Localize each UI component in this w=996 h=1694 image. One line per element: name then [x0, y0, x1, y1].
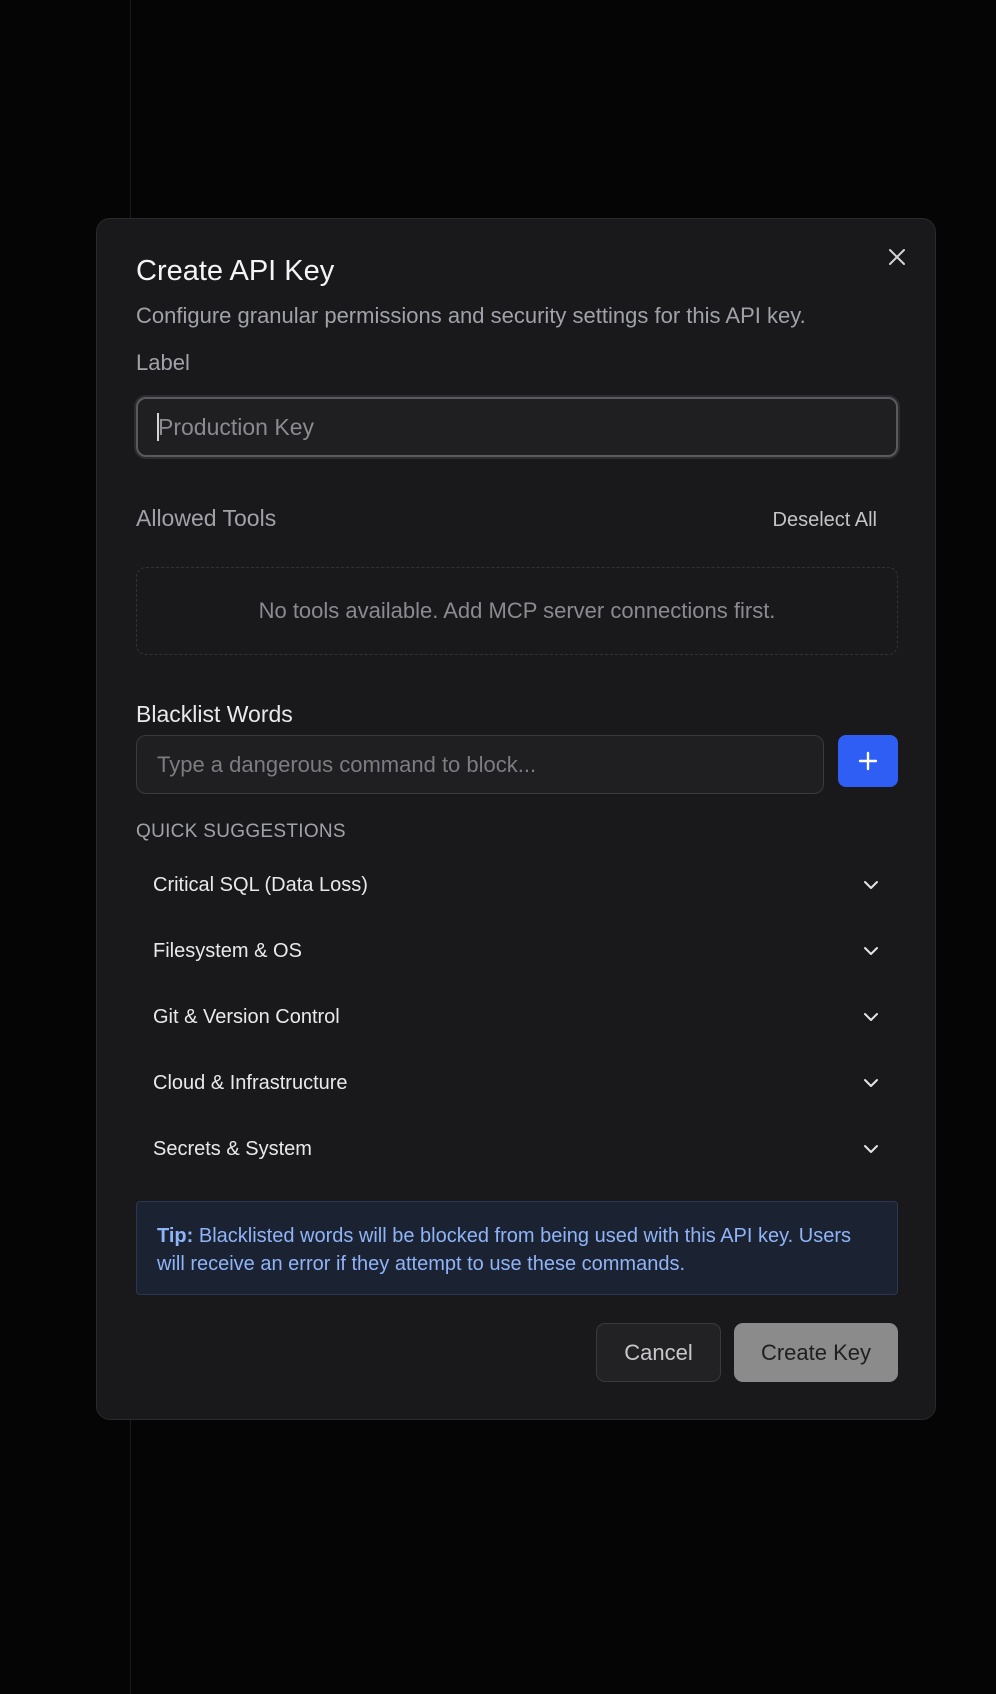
plus-icon [858, 751, 878, 771]
blacklist-input[interactable] [136, 735, 824, 794]
cancel-button-label: Cancel [624, 1339, 693, 1365]
suggestion-category-git[interactable]: Git & Version Control [136, 987, 898, 1047]
dialog-title: Create API Key [136, 255, 335, 287]
suggestion-category-critical-sql[interactable]: Critical SQL (Data Loss) [136, 855, 898, 915]
chevron-down-icon [864, 1145, 878, 1153]
tip-box: Tip: Blacklisted words will be blocked f… [136, 1201, 898, 1295]
deselect-all-button[interactable]: Deselect All [773, 509, 878, 532]
chevron-down-icon [864, 1013, 878, 1021]
suggestion-category-label: Critical SQL (Data Loss) [153, 873, 368, 896]
suggestion-category-label: Secrets & System [153, 1137, 312, 1160]
chevron-down-icon [864, 1079, 878, 1087]
suggestion-category-label: Git & Version Control [153, 1005, 340, 1028]
close-icon [889, 249, 905, 265]
chevron-down-icon [864, 947, 878, 955]
suggestion-category-secrets[interactable]: Secrets & System [136, 1119, 898, 1179]
add-blacklist-word-button[interactable] [838, 735, 898, 787]
chevron-down-icon [864, 881, 878, 889]
tools-empty-message: No tools available. Add MCP server conne… [258, 598, 776, 623]
text-cursor [157, 413, 159, 441]
label-input[interactable] [136, 397, 898, 457]
create-key-button-label: Create Key [760, 1339, 872, 1365]
tools-empty-state: No tools available. Add MCP server conne… [136, 567, 898, 655]
suggestion-category-filesystem[interactable]: Filesystem & OS [136, 921, 898, 981]
suggestion-category-label: Cloud & Infrastructure [153, 1071, 348, 1094]
label-field-label: Label [136, 350, 190, 375]
tip-text: Blacklisted words will be blocked from b… [157, 1225, 851, 1275]
allowed-tools-heading: Allowed Tools [136, 505, 277, 531]
create-api-key-dialog: Create API Key Configure granular permis… [96, 218, 936, 1420]
create-key-button[interactable]: Create Key [734, 1323, 898, 1382]
cancel-button[interactable]: Cancel [596, 1323, 721, 1382]
close-button[interactable] [885, 245, 909, 269]
dialog-subtitle: Configure granular permissions and secur… [136, 303, 806, 328]
suggestion-category-label: Filesystem & OS [153, 939, 302, 962]
tip-prefix: Tip: [157, 1225, 194, 1247]
quick-suggestions-heading: QUICK SUGGESTIONS [136, 821, 346, 842]
suggestion-category-cloud[interactable]: Cloud & Infrastructure [136, 1053, 898, 1113]
blacklist-heading: Blacklist Words [136, 701, 293, 727]
